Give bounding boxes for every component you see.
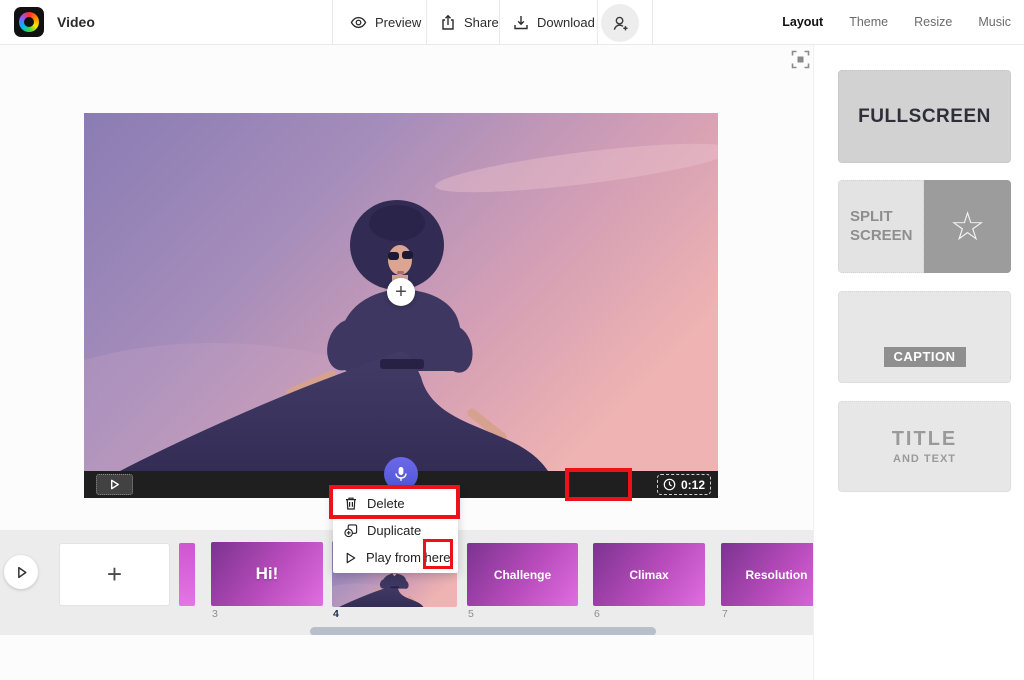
preview-button[interactable]: Preview [350,0,421,44]
download-button[interactable]: Download [513,0,595,44]
download-label: Download [537,14,595,30]
project-title: Video [57,14,95,30]
slide-photo[interactable]: + [84,113,718,471]
play-icon [17,566,27,578]
add-slide-button[interactable]: + [59,543,170,606]
video-stage: + 0:12 [84,113,718,498]
tab-resize[interactable]: Resize [914,15,952,29]
slide-4-number: 4 [333,608,339,620]
plus-glyph: + [106,559,123,589]
caption-badge: CAPTION [883,347,966,367]
microphone-button[interactable] [384,457,418,491]
menu-item-play-from-here[interactable]: Play from here [333,544,458,571]
add-content-button[interactable]: + [387,278,415,306]
share-button[interactable]: Share [440,0,499,44]
timeline-play-button[interactable] [4,555,38,589]
slide-thumb-5[interactable]: Challenge [467,543,578,606]
split-screen-media-cell: ☆ [924,180,1011,273]
slide-5-number: 5 [468,608,474,620]
mode-nav: Layout Theme Resize Music [782,0,1011,44]
expand-fullscreen-icon[interactable] [791,50,810,69]
slide-3-number: 3 [212,608,218,620]
tab-layout[interactable]: Layout [782,15,823,29]
slide-3-label: Hi! [255,564,279,583]
menu-item-duplicate[interactable]: Duplicate [333,517,458,544]
slide-thumb-3[interactable]: Hi! [211,542,323,606]
divider [597,0,598,44]
share-label: Share [464,14,499,30]
play-button[interactable] [96,474,133,495]
app-window: Video Preview Share Download Layout Them… [0,0,1024,680]
slide-thumb-7[interactable]: Resolution [721,543,813,606]
slide-thumb-partial[interactable] [179,543,195,606]
menu-label-play-from-here: Play from here [366,550,451,565]
share-icon [442,14,454,30]
layout-panel: FULLSCREEN SPLIT SCREEN ☆ CAPTION TITLE A… [813,45,1024,680]
slide-7-number: 7 [722,608,728,620]
title-label: TITLE [891,428,958,450]
duration-value: 0:12 [680,477,706,492]
split-screen-label: SPLIT SCREEN [850,207,913,244]
cc-ring-icon [19,12,39,32]
layout-card-title-and-text[interactable]: TITLE AND TEXT [838,401,1011,492]
menu-label-duplicate: Duplicate [367,523,422,538]
slide-7-label: Resolution [745,567,808,582]
slide-6-label: Climax [629,567,669,582]
slide-context-menu: Delete Duplicate Play from here [333,488,458,573]
fullscreen-label: FULLSCREEN [858,105,991,127]
duration-button[interactable]: 0:12 [657,474,711,495]
divider [652,0,653,44]
top-bar: Video Preview Share Download Layout Them… [0,0,1024,45]
eye-icon [350,16,367,28]
menu-label-delete: Delete [367,496,405,511]
and-text-label: AND TEXT [893,453,956,465]
duplicate-icon [344,524,358,538]
creative-cloud-logo-icon[interactable] [14,7,44,37]
slide-6-number: 6 [594,608,600,620]
slide-5-label: Challenge [493,567,552,582]
layout-card-fullscreen[interactable]: FULLSCREEN [838,70,1011,163]
divider [426,0,427,44]
tab-music[interactable]: Music [978,15,1011,29]
divider [332,0,333,44]
clock-icon [663,478,676,491]
tab-theme[interactable]: Theme [849,15,888,29]
slide-thumb-6[interactable]: Climax [593,543,705,606]
layout-card-caption[interactable]: CAPTION [838,291,1011,383]
preview-label: Preview [375,14,422,30]
menu-item-delete[interactable]: Delete [333,490,458,517]
divider [499,0,500,44]
download-icon [514,15,528,29]
timeline-scrollbar[interactable] [310,627,656,635]
layout-card-split-screen[interactable]: SPLIT SCREEN ☆ [838,180,1011,273]
play-icon [111,479,119,490]
person-add-icon [613,16,628,30]
split-screen-label-cell: SPLIT SCREEN [838,180,924,273]
invite-collaborator-button[interactable] [601,4,639,42]
microphone-icon [395,467,407,481]
star-icon: ☆ [949,204,986,249]
trash-icon [346,497,356,510]
play-outline-icon [346,552,356,563]
